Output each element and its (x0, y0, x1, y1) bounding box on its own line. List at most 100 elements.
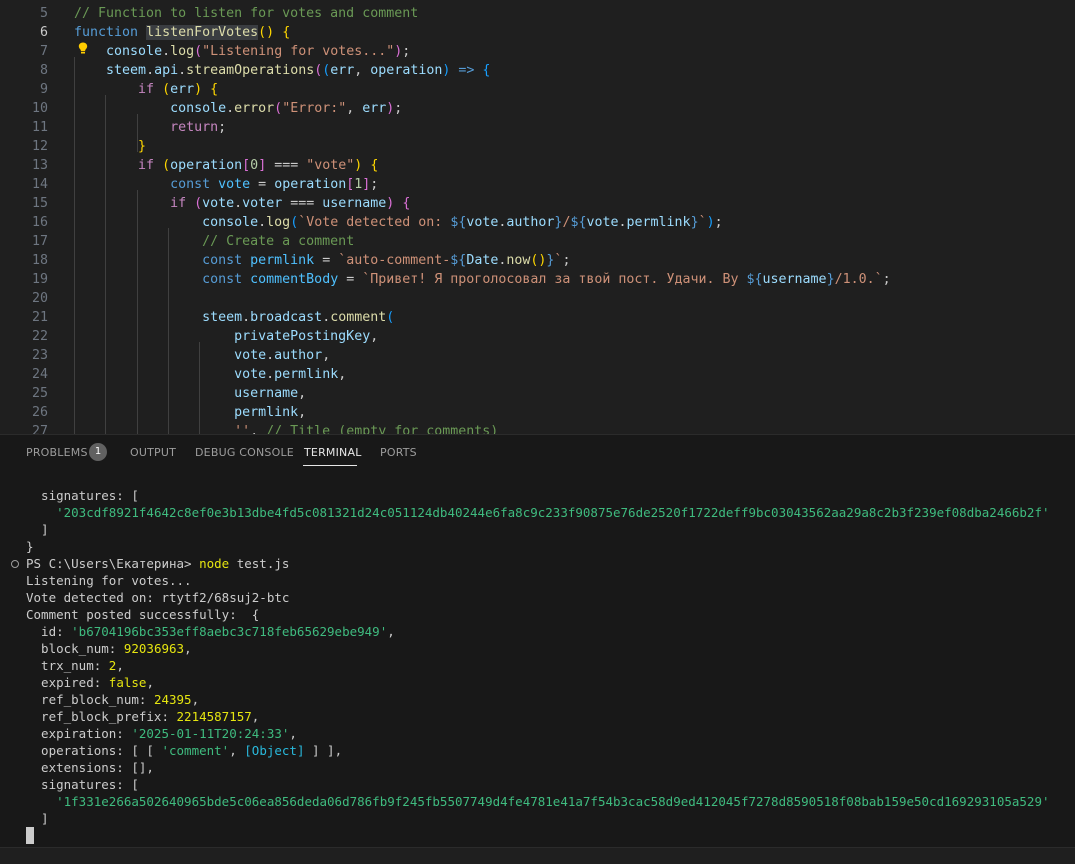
code-token: { (210, 82, 219, 97)
tab-terminal[interactable]: TERMINAL (304, 446, 362, 459)
code-token: if (138, 158, 155, 173)
code-token: author (506, 215, 555, 230)
code-token: { (402, 196, 411, 211)
terminal-line: ref_block_prefix: 2214587157, (26, 708, 259, 725)
code-token: ) (706, 215, 715, 230)
code-line[interactable]: 25 username, (0, 384, 1075, 403)
code-token: username (762, 272, 827, 287)
code-line[interactable]: 9 if (err) { (0, 80, 1075, 99)
code-token: "vote" (306, 158, 355, 173)
code-line[interactable]: 5 // Function to listen for votes and com… (0, 4, 1075, 23)
code-token: vote (218, 177, 251, 192)
code-text: const commentBody = `Привет! Я проголосо… (74, 270, 891, 289)
terminal-token: , (184, 641, 192, 656)
code-line[interactable]: 18 const permlink = `auto-comment-${Date… (0, 251, 1075, 270)
terminal-token: block_num: (26, 641, 124, 656)
code-line[interactable]: 20 (0, 289, 1075, 308)
code-text: if (err) { (74, 80, 218, 99)
line-number: 14 (31, 177, 48, 192)
line-number: 16 (31, 215, 48, 230)
code-line[interactable]: 12 } (0, 137, 1075, 156)
code-line[interactable]: 19 const commentBody = `Привет! Я прогол… (0, 270, 1075, 289)
indent-guide (137, 190, 138, 434)
code-token: Date (466, 253, 499, 268)
line-number: 19 (31, 272, 48, 287)
tab-debug-console[interactable]: DEBUG CONSOLE (195, 446, 294, 459)
terminal-line: operations: [ [ 'comment', [Object] ] ], (26, 742, 342, 759)
terminal-line: trx_num: 2, (26, 657, 124, 674)
code-token: error (234, 101, 275, 116)
code-token: , (322, 348, 331, 363)
code-token: ; (218, 120, 227, 135)
code-line[interactable]: 26 permlink, (0, 403, 1075, 422)
lightbulb-icon[interactable] (78, 42, 88, 54)
terminal-token: expired: (26, 675, 109, 690)
code-token: { (482, 63, 491, 78)
line-number: 10 (31, 101, 48, 116)
terminal-line: expiration: '2025-01-11T20:24:33', (26, 725, 297, 742)
terminal-line: ] (26, 810, 49, 827)
code-token: ; (562, 253, 571, 268)
code-text: console.log("Listening for votes..."); (74, 42, 410, 61)
code-token: . (178, 63, 187, 78)
code-token: broadcast (250, 310, 323, 325)
line-number: 27 (31, 424, 48, 434)
code-token: ] (258, 158, 267, 173)
code-text: } (74, 137, 146, 156)
code-line[interactable]: 27 '', // Title (empty for comments) (0, 422, 1075, 434)
code-line[interactable]: 6 function listenForVotes() { (0, 23, 1075, 42)
code-token: if (138, 82, 155, 97)
code-line[interactable]: 13 if (operation[0] === "vote") { (0, 156, 1075, 175)
line-number: 8 (39, 63, 48, 78)
tab-problems[interactable]: PROBLEMS (26, 446, 88, 459)
terminal-line: expired: false, (26, 674, 154, 691)
code-token: ; (882, 272, 891, 287)
tab-output[interactable]: OUTPUT (130, 446, 176, 459)
code-token: ` (698, 215, 707, 230)
code-token: ( (274, 101, 283, 116)
terminal-line: signatures: [ (26, 776, 139, 793)
active-tab-indicator (303, 465, 357, 466)
code-line[interactable]: 16 console.log(`Vote detected on: ${vote… (0, 213, 1075, 232)
code-editor[interactable]: 5 // Function to listen for votes and com… (0, 0, 1075, 434)
code-token: permlink (626, 215, 691, 230)
command-decoration-icon[interactable] (11, 560, 19, 568)
code-text: if (vote.voter === username) { (74, 194, 410, 213)
terminal-token: 2214587157 (176, 709, 252, 724)
code-line[interactable]: 22 privatePostingKey, (0, 327, 1075, 346)
code-line[interactable]: 11 return; (0, 118, 1075, 137)
code-line[interactable]: 17 // Create a comment (0, 232, 1075, 251)
code-line[interactable]: 24 vote.permlink, (0, 365, 1075, 384)
terminal-token: 'b6704196bc353eff8aebc3c718feb65629ebe94… (71, 624, 388, 639)
code-line[interactable]: 23 vote.author, (0, 346, 1075, 365)
terminal-token: ref_block_prefix: (26, 709, 177, 724)
code-line[interactable]: 10 console.error("Error:", err); (0, 99, 1075, 118)
code-token: author (274, 348, 323, 363)
terminal-token: , (116, 658, 124, 673)
terminal-token: 24395 (153, 692, 192, 707)
terminal-token: , (289, 726, 297, 741)
terminal-line: id: 'b6704196bc353eff8aebc3c718feb65629e… (26, 623, 395, 640)
code-text: if (operation[0] === "vote") { (74, 156, 378, 175)
code-text: steem.api.streamOperations((err, operati… (74, 61, 490, 80)
line-number: 5 (39, 6, 48, 21)
line-number: 9 (39, 82, 48, 97)
indent-guide (137, 114, 138, 152)
code-line[interactable]: 14 const vote = operation[1]; (0, 175, 1075, 194)
tab-ports[interactable]: PORTS (380, 446, 417, 459)
code-token: ${ (746, 272, 763, 287)
code-line[interactable]: 15 if (vote.voter === username) { (0, 194, 1075, 213)
code-line[interactable]: 21 steem.broadcast.comment( (0, 308, 1075, 327)
code-token: . (234, 196, 243, 211)
code-token: api (154, 63, 179, 78)
code-line[interactable]: 8 steem.api.streamOperations((err, opera… (0, 61, 1075, 80)
code-line[interactable]: 7 console.log("Listening for votes..."); (0, 42, 1075, 61)
